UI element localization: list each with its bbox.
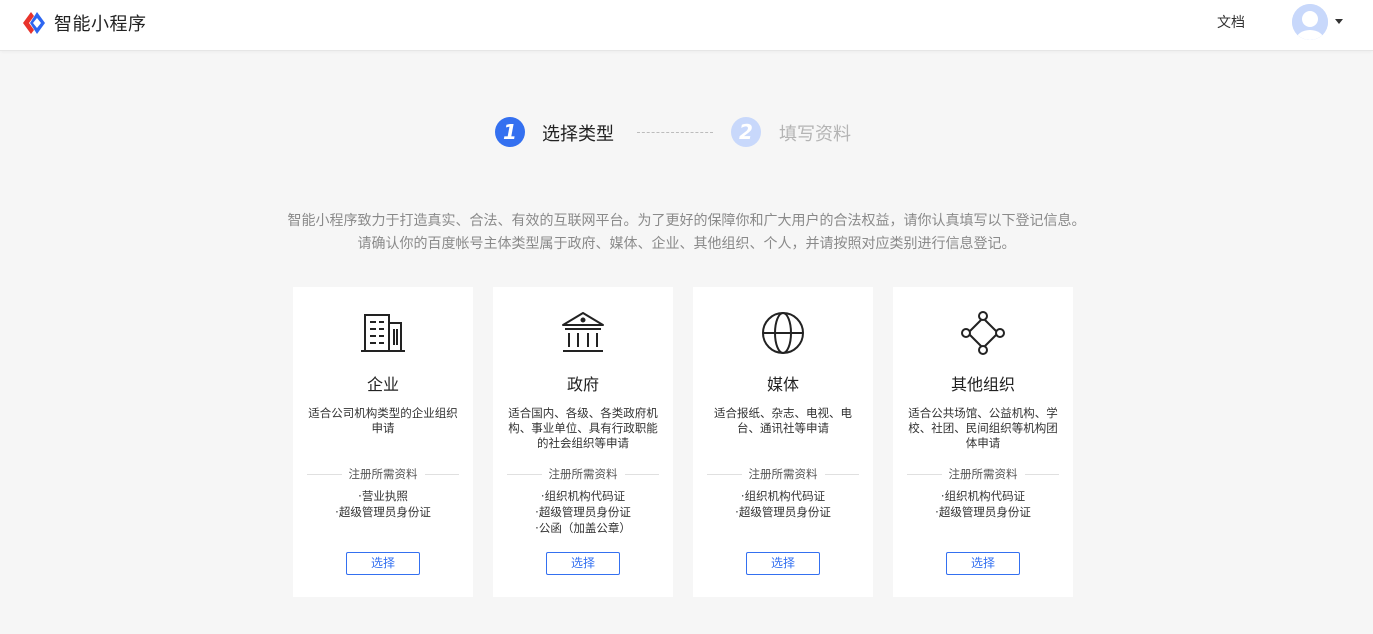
user-avatar-icon — [1292, 4, 1328, 40]
step-1-label: 选择类型 — [542, 124, 614, 145]
step-1-number: 1 — [495, 117, 525, 147]
requirement-item: ·组织机构代码证 — [740, 489, 826, 503]
intro-line-2: 请确认你的百度帐号主体类型属于政府、媒体、企业、其他组织、个人，并请按照对应类别… — [357, 236, 1016, 252]
building-icon — [361, 314, 405, 352]
select-media-button[interactable]: 选择 — [746, 552, 820, 575]
requirement-item: ·超级管理员身份证 — [535, 505, 631, 519]
card-title: 企业 — [366, 375, 399, 394]
select-enterprise-button[interactable]: 选择 — [346, 552, 420, 575]
requirement-item: ·营业执照 — [358, 489, 408, 503]
requirements-list: ·组织机构代码证 ·超级管理员身份证 — [893, 488, 1073, 520]
requirements-heading: 注册所需资料 — [307, 466, 459, 482]
card-description: 适合公司机构类型的企业组织申请 — [308, 406, 458, 435]
network-icon — [961, 311, 1005, 355]
top-bar: 智能小程序 文档 — [0, 0, 1373, 51]
requirement-item: ·公函（加盖公章） — [535, 521, 631, 535]
app-name: 智能小程序 — [54, 14, 147, 35]
card-description: 适合国内、各级、各类政府机构、事业单位、具有行政职能的社会组织等申请 — [508, 406, 658, 450]
requirements-list: ·组织机构代码证 ·超级管理员身份证 ·公函（加盖公章） — [493, 488, 673, 536]
requirement-item: ·超级管理员身份证 — [935, 505, 1031, 519]
step-2-label: 填写资料 — [779, 124, 851, 145]
requirements-heading: 注册所需资料 — [507, 466, 659, 482]
card-other-org: 其他组织 适合公共场馆、公益机构、学校、社团、民间组织等机构团体申请 注册所需资… — [893, 287, 1073, 597]
card-title: 媒体 — [766, 375, 799, 394]
card-description: 适合报纸、杂志、电视、电台、通讯社等申请 — [714, 406, 852, 435]
requirement-item: ·超级管理员身份证 — [335, 505, 431, 519]
card-title: 其他组织 — [950, 375, 1015, 394]
requirements-list: ·组织机构代码证 ·超级管理员身份证 — [693, 488, 873, 520]
select-government-button[interactable]: 选择 — [546, 552, 620, 575]
select-other-org-button[interactable]: 选择 — [946, 552, 1020, 575]
card-enterprise: 企业 适合公司机构类型的企业组织申请 注册所需资料 ·营业执照 ·超级管理员身份… — [293, 287, 473, 597]
step-2-number: 2 — [731, 117, 761, 147]
requirement-item: ·组织机构代码证 — [540, 489, 626, 503]
type-cards: 企业 适合公司机构类型的企业组织申请 注册所需资料 ·营业执照 ·超级管理员身份… — [293, 287, 1074, 597]
step-indicator: 1 选择类型 2 填写资料 — [0, 116, 1373, 148]
step-divider — [637, 132, 713, 133]
requirements-heading: 注册所需资料 — [707, 466, 859, 482]
card-government: 政府 适合国内、各级、各类政府机构、事业单位、具有行政职能的社会组织等申请 注册… — [493, 287, 673, 597]
card-description: 适合公共场馆、公益机构、学校、社团、民间组织等机构团体申请 — [908, 406, 1058, 450]
government-icon — [562, 312, 604, 352]
chevron-down-icon[interactable] — [1335, 19, 1343, 24]
brand[interactable]: 智能小程序 — [21, 10, 147, 36]
intro-text: 智能小程序致力于打造真实、合法、有效的互联网平台。为了更好的保障你和广大用户的合… — [0, 210, 1373, 256]
avatar[interactable] — [1292, 4, 1328, 40]
docs-link[interactable]: 文档 — [1217, 12, 1245, 32]
card-media: 媒体 适合报纸、杂志、电视、电台、通讯社等申请 注册所需资料 ·组织机构代码证 … — [693, 287, 873, 597]
requirements-heading: 注册所需资料 — [907, 466, 1059, 482]
globe-icon — [762, 312, 804, 354]
requirement-item: ·超级管理员身份证 — [735, 505, 831, 519]
app-logo-icon — [23, 12, 45, 34]
requirement-item: ·组织机构代码证 — [940, 489, 1026, 503]
card-title: 政府 — [566, 375, 599, 394]
intro-line-1: 智能小程序致力于打造真实、合法、有效的互联网平台。为了更好的保障你和广大用户的合… — [287, 213, 1086, 229]
requirements-list: ·营业执照 ·超级管理员身份证 — [293, 488, 473, 520]
